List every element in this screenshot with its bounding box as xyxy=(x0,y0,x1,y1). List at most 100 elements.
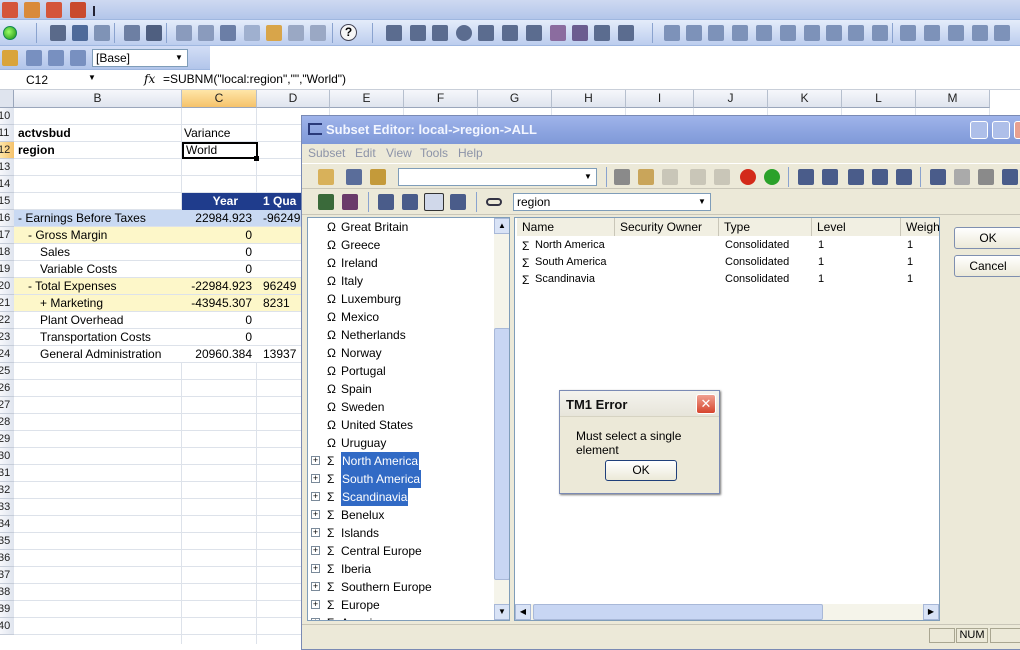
grid-row[interactable]: Σ Scandinavia Consolidated 1 1 xyxy=(515,272,939,289)
keep-icon[interactable] xyxy=(764,169,780,185)
tree-item[interactable]: + Σ Europe xyxy=(308,596,495,614)
layout-icon-14[interactable] xyxy=(972,25,988,41)
toolbar-icon-h[interactable] xyxy=(220,25,236,41)
expand-plus-icon[interactable]: + xyxy=(311,618,320,620)
cell-c-value[interactable]: 0 xyxy=(182,329,254,346)
filter-icon-4[interactable] xyxy=(1002,169,1018,185)
scroll-left-arrow[interactable]: ◀ xyxy=(515,604,531,620)
row-header-21[interactable]: 21 xyxy=(0,295,14,312)
save-icon[interactable] xyxy=(526,25,542,41)
cell-b12[interactable]: region xyxy=(18,142,178,159)
row-label[interactable]: Sales xyxy=(40,244,180,261)
tree-item[interactable]: + Σ Islands xyxy=(308,524,495,542)
delete-icon[interactable] xyxy=(740,169,756,185)
row-header-28[interactable]: 28 xyxy=(0,414,14,431)
error-ok-button[interactable]: OK xyxy=(605,460,677,481)
expand-icon[interactable] xyxy=(450,194,466,210)
row-label[interactable]: - Gross Margin xyxy=(28,227,180,244)
column-header-d[interactable]: D xyxy=(257,90,330,108)
grid-row[interactable]: Σ North America Consolidated 1 1 xyxy=(515,238,939,255)
tree-vertical-scrollbar[interactable]: ▲ ▼ xyxy=(494,218,509,620)
tm1-icon-1[interactable] xyxy=(386,25,402,41)
row-header-32[interactable]: 32 xyxy=(0,482,14,499)
filter-attr-icon[interactable] xyxy=(930,169,946,185)
tree-item[interactable]: Ω Spain xyxy=(308,380,495,398)
save-subset-icon[interactable] xyxy=(346,169,362,185)
chevron-down-icon[interactable]: ▼ xyxy=(172,51,186,65)
tree-item[interactable]: Ω Ireland xyxy=(308,254,495,272)
scroll-up-arrow[interactable]: ▲ xyxy=(494,218,509,234)
toolbar-icon-e[interactable] xyxy=(146,25,162,41)
row-header-24[interactable]: 24 xyxy=(0,346,14,363)
dimension-select[interactable]: region ▼ xyxy=(513,193,711,211)
undo-icon[interactable] xyxy=(288,25,304,41)
scroll-thumb[interactable] xyxy=(533,604,823,620)
tree-item[interactable]: Ω Luxemburg xyxy=(308,290,495,308)
cell-d-value[interactable] xyxy=(257,244,304,261)
cell-c11[interactable]: Variance xyxy=(184,125,254,142)
column-header-j[interactable]: J xyxy=(694,90,768,108)
formula-input[interactable]: =SUBNM("local:region","","World") xyxy=(163,72,346,86)
cell-c-value[interactable]: 0 xyxy=(182,261,254,278)
expand-plus-icon[interactable]: + xyxy=(311,456,320,465)
cell-c-value[interactable]: -22984.923 xyxy=(182,278,254,295)
row-label[interactable]: - Earnings Before Taxes xyxy=(18,210,180,227)
cube-icon-1[interactable] xyxy=(26,50,42,66)
cell-c-value[interactable]: 0 xyxy=(182,312,254,329)
column-header-h[interactable]: H xyxy=(552,90,626,108)
cell-c-value[interactable]: 0 xyxy=(182,227,254,244)
tm1-icon-2[interactable] xyxy=(410,25,426,41)
column-header-e[interactable]: E xyxy=(330,90,404,108)
toolbar-options-arrow[interactable] xyxy=(93,6,99,16)
tree-item[interactable]: + Σ Iberia xyxy=(308,560,495,578)
row-header-33[interactable]: 33 xyxy=(0,499,14,516)
toolbar-icon-j[interactable] xyxy=(266,25,282,41)
sort-az-icon[interactable] xyxy=(798,169,814,185)
open-subset-icon[interactable] xyxy=(318,169,334,185)
function-icon[interactable]: fx xyxy=(144,72,155,86)
undo-icon[interactable] xyxy=(690,169,706,185)
row-header-27[interactable]: 27 xyxy=(0,397,14,414)
column-header-g[interactable]: G xyxy=(478,90,552,108)
row-header-40[interactable]: 40 xyxy=(0,618,14,635)
expand-plus-icon[interactable]: + xyxy=(311,474,320,483)
row-header-12[interactable]: 12 xyxy=(0,142,14,159)
tree-item[interactable]: + Σ South America xyxy=(308,470,495,488)
minimize-button[interactable] xyxy=(970,121,988,139)
addin-icon-4[interactable] xyxy=(70,2,86,18)
maximize-button[interactable] xyxy=(992,121,1010,139)
expand-plus-icon[interactable]: + xyxy=(311,528,320,537)
row-header-25[interactable]: 25 xyxy=(0,363,14,380)
row-header-11[interactable]: 11 xyxy=(0,125,14,142)
tree-item[interactable]: Ω Portugal xyxy=(308,362,495,380)
cell-d15[interactable]: 1 Qua xyxy=(257,193,305,210)
row-label[interactable]: Variable Costs xyxy=(40,261,180,278)
redo-icon[interactable] xyxy=(714,169,730,185)
row-header-36[interactable]: 36 xyxy=(0,550,14,567)
cell-c-value[interactable]: -43945.307 xyxy=(182,295,254,312)
row-header-14[interactable]: 14 xyxy=(0,176,14,193)
chevron-down-icon[interactable]: ▼ xyxy=(88,73,96,82)
layout-icon-5[interactable] xyxy=(756,25,772,41)
layout-icon-13[interactable] xyxy=(948,25,964,41)
tm1-icon-9[interactable] xyxy=(572,25,588,41)
addin-icon-3[interactable] xyxy=(46,2,62,18)
tree-item[interactable]: Ω Uruguay xyxy=(308,434,495,452)
cell-d-value[interactable] xyxy=(257,227,304,244)
column-header-l[interactable]: L xyxy=(842,90,916,108)
view-dropdown[interactable]: [Base] ▼ xyxy=(92,49,188,67)
tree-item[interactable]: + Σ Benelux xyxy=(308,506,495,524)
layout-icon-10[interactable] xyxy=(872,25,888,41)
subset-name-combo[interactable]: ▼ xyxy=(398,168,597,186)
select-all-corner[interactable] xyxy=(0,90,14,108)
server-icon[interactable] xyxy=(2,50,18,66)
collapse-all-icon[interactable] xyxy=(342,194,358,210)
row-header-20[interactable]: 20 xyxy=(0,278,14,295)
status-green-icon[interactable] xyxy=(3,26,17,40)
layout-icon-7[interactable] xyxy=(804,25,820,41)
filter-icon-3[interactable] xyxy=(978,169,994,185)
scroll-down-arrow[interactable]: ▼ xyxy=(494,604,509,620)
row-header-22[interactable]: 22 xyxy=(0,312,14,329)
tree-item[interactable]: + Σ North America xyxy=(308,452,495,470)
row-header-30[interactable]: 30 xyxy=(0,448,14,465)
